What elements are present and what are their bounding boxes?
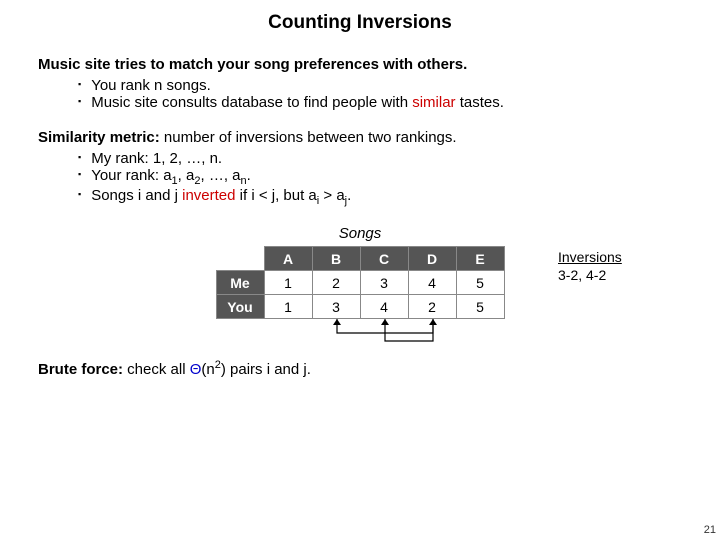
table-row-you: You 1 3 4 2 5 <box>216 295 504 319</box>
metric-bullet-2: Your rank: a1, a2, …, an. <box>78 167 682 187</box>
songs-table: A B C D E Me 1 2 3 4 5 You 1 3 4 2 5 <box>216 246 505 319</box>
metric-bullet-1-text: My rank: 1, 2, …, n. <box>91 150 222 167</box>
title: Counting Inversions <box>38 12 682 34</box>
metric-list: My rank: 1, 2, …, n. Your rank: a1, a2, … <box>38 150 682 207</box>
intro-bullet-2-hl: similar <box>412 94 455 111</box>
blank-cell <box>216 247 264 271</box>
you-e: 5 <box>456 295 504 319</box>
col-d: D <box>408 247 456 271</box>
brute-post: ) pairs i and j. <box>221 361 311 378</box>
mb2-pre: Your rank: a <box>91 167 171 184</box>
inversions-items: 3-2, 4-2 <box>558 267 622 283</box>
intro-bullet-1: You rank n songs. <box>78 77 682 94</box>
intro-bullet-2: Music site consults database to find peo… <box>78 94 682 111</box>
intro-list: You rank n songs. Music site consults da… <box>38 77 682 111</box>
inversions-label: Inversions <box>558 249 622 265</box>
you-c: 4 <box>360 295 408 319</box>
col-e: E <box>456 247 504 271</box>
mb3-pre: Songs i and j <box>91 187 182 204</box>
you-b: 3 <box>312 295 360 319</box>
mb3-mid: if i < j, but a <box>235 187 316 204</box>
me-a: 1 <box>264 271 312 295</box>
inversions-box: Inversions 3-2, 4-2 <box>558 249 622 283</box>
metric-pre: Similarity metric: <box>38 129 160 146</box>
intro-bullet-2-post: tastes. <box>456 94 504 111</box>
brute-force-line: Brute force: check all Θ(n2) pairs i and… <box>38 359 682 378</box>
you-d: 2 <box>408 295 456 319</box>
row-you-label: You <box>216 295 264 319</box>
col-c: C <box>360 247 408 271</box>
intro-bullet-2-pre: Music site consults database to find peo… <box>91 94 412 111</box>
mb2-post: , …, a <box>200 167 240 184</box>
col-a: A <box>264 247 312 271</box>
brute-pre: Brute force: <box>38 361 123 378</box>
mb2-end: . <box>247 167 251 184</box>
intro-line: Music site tries to match your song pref… <box>38 56 682 73</box>
row-me-label: Me <box>216 271 264 295</box>
metric-line: Similarity metric: number of inversions … <box>38 129 682 146</box>
inversion-arrows <box>215 319 505 349</box>
metric-post: number of inversions between two ranking… <box>160 129 457 146</box>
metric-bullet-3: Songs i and j inverted if i < j, but ai … <box>78 187 682 207</box>
table-wrap: Songs A B C D E Me 1 2 3 4 5 You 1 3 <box>38 225 682 349</box>
brute-mid: check all <box>123 361 190 378</box>
me-e: 5 <box>456 271 504 295</box>
col-b: B <box>312 247 360 271</box>
brute-open: (n <box>201 361 214 378</box>
table-row-me: Me 1 2 3 4 5 <box>216 271 504 295</box>
me-d: 4 <box>408 271 456 295</box>
mb2-mid: , a <box>178 167 195 184</box>
mb3-end: . <box>347 187 351 204</box>
mb3-hl: inverted <box>182 187 235 204</box>
slide: Counting Inversions Music site tries to … <box>0 0 720 378</box>
you-a: 1 <box>264 295 312 319</box>
me-b: 2 <box>312 271 360 295</box>
theta-symbol: Θ <box>190 361 202 378</box>
table-header-row: A B C D E <box>216 247 504 271</box>
me-c: 3 <box>360 271 408 295</box>
page-number: 21 <box>704 524 716 536</box>
metric-bullet-1: My rank: 1, 2, …, n. <box>78 150 682 167</box>
songs-label: Songs <box>38 225 682 242</box>
mb3-mid2: > a <box>319 187 344 204</box>
intro-bullet-1-text: You rank n songs. <box>91 77 211 94</box>
